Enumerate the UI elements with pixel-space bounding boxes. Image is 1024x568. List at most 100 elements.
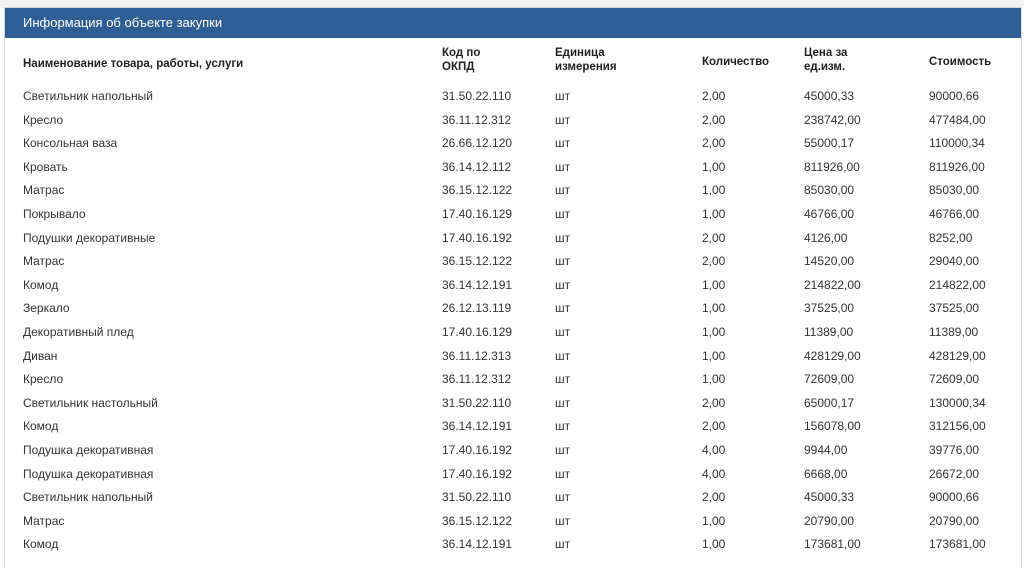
cell-name: Покрывало (23, 207, 86, 221)
header-cost: Стоимость (929, 56, 992, 68)
cell-okpd: 36.14.12.191 (442, 277, 513, 292)
cell-cost: 29040,00 (929, 254, 980, 269)
cell-qty: 2,00 (702, 89, 726, 103)
cell-name: Светильник напольный (23, 490, 153, 505)
cell-name: Комод (23, 419, 59, 434)
cell-price: 4126,00 (804, 230, 848, 245)
table-row: Покрывало 17.40.16.129 шт 1,00 46766,00 46766… (5, 203, 1021, 227)
cell-unit: шт (555, 490, 571, 505)
cell-name: Подушки декоративные (23, 230, 156, 245)
cell-price: 11389,00 (804, 325, 854, 339)
cell-name: Подушка декоративная (23, 466, 154, 481)
cell-qty: 4,00 (702, 443, 726, 457)
cell-qty: 2,00 (702, 254, 726, 269)
cell-name: Матрас (23, 254, 65, 269)
table-row: Светильник напольный 31.50.22.110 шт 2,00 45… (5, 85, 1021, 109)
table-row: Подушка декоративная 17.40.16.192 шт 4,00 66… (5, 463, 1021, 487)
cell-qty: 1,00 (702, 301, 726, 316)
cell-price: 238742,00 (804, 112, 861, 127)
cell-qty: 1,00 (702, 159, 726, 174)
cell-unit: шт (555, 419, 571, 434)
cell-price: 214822,00 (804, 277, 861, 292)
cell-cost: 312156,00 (929, 419, 986, 434)
cell-qty: 1,00 (702, 348, 726, 363)
cell-unit: шт (555, 89, 571, 103)
cell-qty: 1,00 (702, 537, 726, 552)
cell-name: Комод (23, 537, 59, 552)
cell-okpd: 17.40.16.192 (442, 466, 513, 481)
cell-name: Диван (23, 348, 58, 363)
cell-name: Светильник напольный (23, 89, 153, 103)
table-row: Зеркало 26.12.13.119 шт 1,00 37525,00 37525,0… (5, 297, 1021, 321)
cell-price: 45000,33 (804, 490, 855, 505)
cell-unit: шт (555, 254, 571, 269)
cell-cost: 72609,00 (929, 372, 980, 387)
cell-qty: 1,00 (702, 513, 726, 528)
cell-cost: 214822,00 (929, 277, 986, 292)
header-price: Цена за ед.изм. (804, 47, 848, 73)
table-row: Светильник настольный 31.50.22.110 шт 2,00 6… (5, 392, 1021, 416)
cell-okpd: 31.50.22.110 (442, 395, 512, 410)
cell-unit: шт (555, 112, 571, 127)
cell-cost: 46766,00 (929, 207, 980, 221)
cell-price: 14520,00 (804, 254, 855, 269)
cell-okpd: 26.66.12.120 (442, 136, 513, 151)
header-qty: Количество (702, 56, 770, 68)
cell-okpd: 31.50.22.110 (442, 490, 512, 505)
table-header-row: Наименование товара, работы, услуги Код … (5, 46, 1021, 82)
cell-price: 20790,00 (804, 513, 855, 528)
header-okpd: Код по ОКПД (442, 47, 481, 73)
cell-qty: 1,00 (702, 207, 726, 221)
table-row: Матрас 36.15.12.122 шт 1,00 20790,00 20790,00 (5, 510, 1021, 534)
cell-unit: шт (555, 443, 571, 457)
cell-name: Кровать (23, 159, 68, 174)
cell-price: 85030,00 (804, 183, 855, 198)
cell-cost: 20790,00 (929, 513, 980, 528)
table-row: Кресло 36.11.12.312 шт 2,00 238742,00 477484,… (5, 109, 1021, 133)
cell-qty: 2,00 (702, 112, 726, 127)
table-row: Светильник напольный 31.50.22.110 шт 2,00 45… (5, 486, 1021, 510)
cell-okpd: 17.40.16.192 (442, 443, 513, 457)
cell-name: Кресло (23, 112, 64, 127)
cell-okpd: 31.50.22.110 (442, 89, 512, 103)
cell-price: 37525,00 (804, 301, 855, 316)
panel-title: Информация об объекте закупки (23, 15, 223, 30)
cell-okpd: 36.15.12.122 (442, 513, 513, 528)
cell-cost: 11389,00 (929, 325, 979, 339)
cell-unit: шт (555, 537, 571, 552)
cell-name: Комод (23, 277, 59, 292)
cell-okpd: 36.14.12.191 (442, 419, 513, 434)
cell-unit: шт (555, 348, 571, 363)
cell-qty: 1,00 (702, 325, 726, 339)
cell-okpd: 26.12.13.119 (442, 301, 512, 316)
table-row: Комод 36.14.12.191 шт 1,00 214822,00 214822,0… (5, 274, 1021, 298)
cell-name: Подушка декоративная (23, 443, 154, 457)
cell-unit: шт (555, 277, 571, 292)
cell-price: 811926,00 (804, 159, 860, 174)
cell-unit: шт (555, 230, 571, 245)
procurement-object-panel: Информация об объекте закупки Наименован… (4, 7, 1022, 568)
cell-unit: шт (555, 466, 571, 481)
cell-cost: 26672,00 (929, 466, 980, 481)
table-row: Комод 36.14.12.191 шт 2,00 156078,00 312156,0… (5, 415, 1021, 439)
cell-okpd: 36.14.12.112 (442, 159, 512, 174)
header-unit: Единица измерения (555, 47, 617, 73)
cell-okpd: 17.40.16.129 (442, 207, 513, 221)
cell-name: Зеркало (23, 301, 70, 316)
table-row: Кровать 36.14.12.112 шт 1,00 811926,00 811926… (5, 156, 1021, 180)
cell-okpd: 36.11.12.312 (442, 372, 512, 387)
cell-okpd: 36.11.12.313 (442, 348, 512, 363)
cell-name: Кресло (23, 372, 64, 387)
cell-cost: 428129,00 (929, 348, 986, 363)
cell-cost: 110000,34 (929, 136, 985, 151)
cell-qty: 1,00 (702, 277, 726, 292)
cell-qty: 2,00 (702, 230, 726, 245)
cell-name: Светильник настольный (23, 395, 158, 410)
cell-qty: 2,00 (702, 419, 726, 434)
cell-okpd: 36.15.12.122 (442, 254, 513, 269)
table-row: Комод 36.14.12.191 шт 1,00 173681,00 173681,0… (5, 533, 1021, 557)
cell-qty: 1,00 (702, 183, 726, 198)
cell-qty: 1,00 (702, 372, 726, 387)
cell-name: Декоративный плед (23, 325, 134, 339)
cell-name: Матрас (23, 513, 65, 528)
